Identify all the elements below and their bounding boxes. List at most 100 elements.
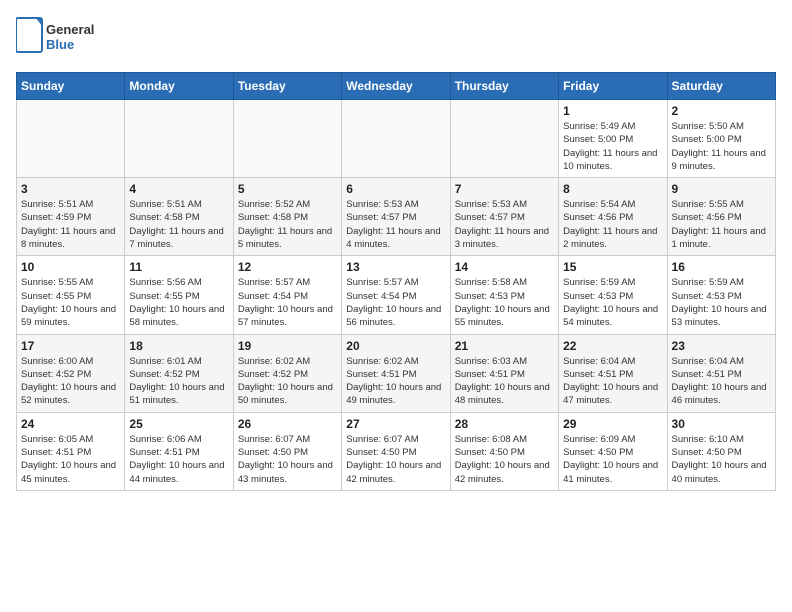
calendar-cell <box>342 100 450 178</box>
day-info: Sunrise: 5:53 AMSunset: 4:57 PMDaylight:… <box>346 198 445 251</box>
calendar-cell: 26 Sunrise: 6:07 AMSunset: 4:50 PMDayligh… <box>233 412 341 490</box>
calendar-cell: 17 Sunrise: 6:00 AMSunset: 4:52 PMDayligh… <box>17 334 125 412</box>
calendar-cell: 24 Sunrise: 6:05 AMSunset: 4:51 PMDayligh… <box>17 412 125 490</box>
calendar-week-5: 24 Sunrise: 6:05 AMSunset: 4:51 PMDayligh… <box>17 412 776 490</box>
day-info: Sunrise: 5:50 AMSunset: 5:00 PMDaylight:… <box>672 120 771 173</box>
day-number: 30 <box>672 417 771 431</box>
day-number: 16 <box>672 260 771 274</box>
day-number: 8 <box>563 182 662 196</box>
calendar-week-3: 10Sunrise: 5:55 AMSunset: 4:55 PMDayligh… <box>17 256 776 334</box>
calendar-cell: 21Sunrise: 6:03 AMSunset: 4:51 PMDayligh… <box>450 334 558 412</box>
day-number: 26 <box>238 417 337 431</box>
day-info: Sunrise: 5:56 AMSunset: 4:55 PMDaylight:… <box>129 276 228 329</box>
day-info: Sunrise: 6:02 AMSunset: 4:52 PMDaylight:… <box>238 355 337 408</box>
calendar-cell: 30 Sunrise: 6:10 AMSunset: 4:50 PMDayligh… <box>667 412 775 490</box>
day-number: 28 <box>455 417 554 431</box>
calendar-cell: 15 Sunrise: 5:59 AMSunset: 4:53 PMDayligh… <box>559 256 667 334</box>
day-number: 19 <box>238 339 337 353</box>
calendar-week-4: 17 Sunrise: 6:00 AMSunset: 4:52 PMDayligh… <box>17 334 776 412</box>
day-number: 23 <box>672 339 771 353</box>
day-info: Sunrise: 6:07 AMSunset: 4:50 PMDaylight:… <box>238 433 337 486</box>
calendar-cell <box>17 100 125 178</box>
day-number: 25 <box>129 417 228 431</box>
day-info: Sunrise: 5:57 AMSunset: 4:54 PMDaylight:… <box>238 276 337 329</box>
calendar-cell: 3 Sunrise: 5:51 AMSunset: 4:59 PMDaylight… <box>17 178 125 256</box>
day-info: Sunrise: 6:09 AMSunset: 4:50 PMDaylight:… <box>563 433 662 486</box>
weekday-header-monday: Monday <box>125 73 233 100</box>
day-info: Sunrise: 5:54 AMSunset: 4:56 PMDaylight:… <box>563 198 662 251</box>
svg-text:Blue: Blue <box>46 37 74 52</box>
day-info: Sunrise: 5:58 AMSunset: 4:53 PMDaylight:… <box>455 276 554 329</box>
calendar-week-2: 3 Sunrise: 5:51 AMSunset: 4:59 PMDaylight… <box>17 178 776 256</box>
calendar-cell: 4Sunrise: 5:51 AMSunset: 4:58 PMDaylight… <box>125 178 233 256</box>
calendar-cell: 2 Sunrise: 5:50 AMSunset: 5:00 PMDaylight… <box>667 100 775 178</box>
calendar-header: SundayMondayTuesdayWednesdayThursdayFrid… <box>17 73 776 100</box>
calendar-table: SundayMondayTuesdayWednesdayThursdayFrid… <box>16 72 776 491</box>
day-number: 7 <box>455 182 554 196</box>
day-number: 2 <box>672 104 771 118</box>
calendar-cell: 29Sunrise: 6:09 AMSunset: 4:50 PMDayligh… <box>559 412 667 490</box>
day-info: Sunrise: 5:59 AMSunset: 4:53 PMDaylight:… <box>563 276 662 329</box>
calendar-cell: 11 Sunrise: 5:56 AMSunset: 4:55 PMDayligh… <box>125 256 233 334</box>
day-number: 12 <box>238 260 337 274</box>
weekday-header-sunday: Sunday <box>17 73 125 100</box>
calendar-week-1: 1 Sunrise: 5:49 AMSunset: 5:00 PMDaylight… <box>17 100 776 178</box>
calendar-cell: 5 Sunrise: 5:52 AMSunset: 4:58 PMDaylight… <box>233 178 341 256</box>
day-number: 18 <box>129 339 228 353</box>
logo: GeneralBlue <box>16 16 106 60</box>
calendar-cell: 16Sunrise: 5:59 AMSunset: 4:53 PMDayligh… <box>667 256 775 334</box>
weekday-header-friday: Friday <box>559 73 667 100</box>
calendar-cell: 14 Sunrise: 5:58 AMSunset: 4:53 PMDayligh… <box>450 256 558 334</box>
day-info: Sunrise: 6:04 AMSunset: 4:51 PMDaylight:… <box>563 355 662 408</box>
weekday-header-row: SundayMondayTuesdayWednesdayThursdayFrid… <box>17 73 776 100</box>
weekday-header-wednesday: Wednesday <box>342 73 450 100</box>
calendar-cell: 13 Sunrise: 5:57 AMSunset: 4:54 PMDayligh… <box>342 256 450 334</box>
day-info: Sunrise: 6:10 AMSunset: 4:50 PMDaylight:… <box>672 433 771 486</box>
calendar-cell: 28 Sunrise: 6:08 AMSunset: 4:50 PMDayligh… <box>450 412 558 490</box>
day-number: 15 <box>563 260 662 274</box>
day-number: 20 <box>346 339 445 353</box>
calendar-cell: 10Sunrise: 5:55 AMSunset: 4:55 PMDayligh… <box>17 256 125 334</box>
calendar-cell: 18 Sunrise: 6:01 AMSunset: 4:52 PMDayligh… <box>125 334 233 412</box>
day-number: 1 <box>563 104 662 118</box>
day-info: Sunrise: 5:53 AMSunset: 4:57 PMDaylight:… <box>455 198 554 251</box>
day-number: 9 <box>672 182 771 196</box>
day-number: 4 <box>129 182 228 196</box>
calendar-cell: 27 Sunrise: 6:07 AMSunset: 4:50 PMDayligh… <box>342 412 450 490</box>
calendar-cell: 12 Sunrise: 5:57 AMSunset: 4:54 PMDayligh… <box>233 256 341 334</box>
day-info: Sunrise: 6:08 AMSunset: 4:50 PMDaylight:… <box>455 433 554 486</box>
day-info: Sunrise: 6:05 AMSunset: 4:51 PMDaylight:… <box>21 433 120 486</box>
day-info: Sunrise: 5:57 AMSunset: 4:54 PMDaylight:… <box>346 276 445 329</box>
calendar-cell: 7 Sunrise: 5:53 AMSunset: 4:57 PMDaylight… <box>450 178 558 256</box>
calendar-cell <box>125 100 233 178</box>
day-number: 13 <box>346 260 445 274</box>
day-info: Sunrise: 6:01 AMSunset: 4:52 PMDaylight:… <box>129 355 228 408</box>
calendar-cell: 6 Sunrise: 5:53 AMSunset: 4:57 PMDaylight… <box>342 178 450 256</box>
general-blue-logo-svg: GeneralBlue <box>16 16 106 60</box>
day-info: Sunrise: 5:49 AMSunset: 5:00 PMDaylight:… <box>563 120 662 173</box>
calendar-cell: 20Sunrise: 6:02 AMSunset: 4:51 PMDayligh… <box>342 334 450 412</box>
day-info: Sunrise: 6:00 AMSunset: 4:52 PMDaylight:… <box>21 355 120 408</box>
day-number: 27 <box>346 417 445 431</box>
calendar-cell: 1 Sunrise: 5:49 AMSunset: 5:00 PMDaylight… <box>559 100 667 178</box>
day-number: 6 <box>346 182 445 196</box>
day-info: Sunrise: 5:51 AMSunset: 4:59 PMDaylight:… <box>21 198 120 251</box>
day-number: 24 <box>21 417 120 431</box>
calendar-cell: 19 Sunrise: 6:02 AMSunset: 4:52 PMDayligh… <box>233 334 341 412</box>
calendar-cell: 25 Sunrise: 6:06 AMSunset: 4:51 PMDayligh… <box>125 412 233 490</box>
day-info: Sunrise: 5:52 AMSunset: 4:58 PMDaylight:… <box>238 198 337 251</box>
day-number: 10 <box>21 260 120 274</box>
svg-text:General: General <box>46 22 94 37</box>
day-number: 17 <box>21 339 120 353</box>
day-info: Sunrise: 6:06 AMSunset: 4:51 PMDaylight:… <box>129 433 228 486</box>
day-number: 3 <box>21 182 120 196</box>
day-number: 14 <box>455 260 554 274</box>
day-info: Sunrise: 6:03 AMSunset: 4:51 PMDaylight:… <box>455 355 554 408</box>
weekday-header-tuesday: Tuesday <box>233 73 341 100</box>
day-number: 5 <box>238 182 337 196</box>
day-number: 11 <box>129 260 228 274</box>
day-number: 22 <box>563 339 662 353</box>
day-info: Sunrise: 6:07 AMSunset: 4:50 PMDaylight:… <box>346 433 445 486</box>
calendar-cell <box>450 100 558 178</box>
calendar-cell <box>233 100 341 178</box>
